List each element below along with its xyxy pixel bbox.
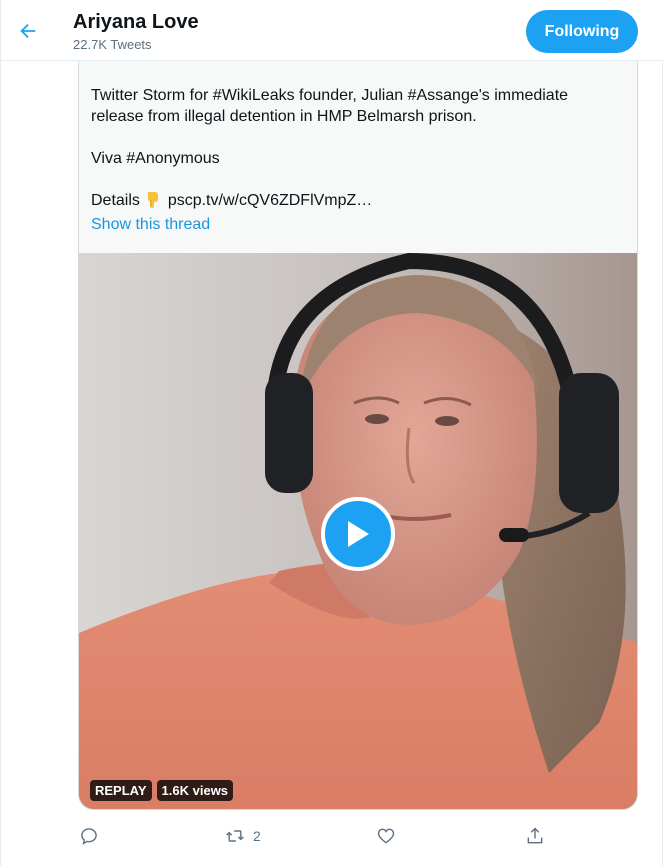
reply-button[interactable]: [79, 826, 99, 846]
tweet-text-line: Viva #Anonymous: [91, 150, 220, 167]
tweet-count: 22.7K Tweets: [73, 37, 152, 52]
heart-icon: [377, 828, 395, 844]
share-button[interactable]: [525, 826, 545, 846]
pointing-down-emoji-icon: [148, 192, 159, 208]
details-link[interactable]: pscp.tv/w/cQV6ZDFlVmpZ…: [168, 192, 372, 209]
timeline-column: Ariyana Love 22.7K Tweets Following Twit…: [0, 0, 663, 866]
tweet-text: Twitter Storm for #WikiLeaks founder, Ju…: [91, 85, 611, 211]
video-media[interactable]: REPLAY 1.6K views: [79, 253, 637, 809]
quoted-tweet-card[interactable]: Twitter Storm for #WikiLeaks founder, Ju…: [78, 48, 638, 810]
profile-header: Ariyana Love 22.7K Tweets Following: [1, 0, 663, 61]
tweet-text-line: release from illegal detention in HMP Be…: [91, 108, 477, 125]
replay-badge: REPLAY: [90, 780, 152, 801]
profile-name: Ariyana Love: [73, 11, 199, 33]
back-button[interactable]: [9, 12, 47, 50]
show-thread-link[interactable]: Show this thread: [91, 216, 210, 234]
retweet-count: 2: [253, 828, 261, 844]
details-label: Details: [91, 192, 140, 209]
video-badges: REPLAY 1.6K views: [90, 780, 234, 801]
like-button[interactable]: [376, 826, 396, 846]
play-icon: [348, 521, 369, 547]
tweet-text-line: Twitter Storm for #WikiLeaks founder, Ju…: [91, 87, 569, 104]
tweet-details-line: Details pscp.tv/w/cQV6ZDFlVmpZ…: [91, 190, 611, 211]
following-button[interactable]: Following: [526, 10, 638, 53]
reply-icon: [81, 828, 97, 845]
play-button[interactable]: [321, 497, 395, 571]
views-badge: 1.6K views: [156, 780, 234, 801]
tweet-actions: 2: [79, 826, 559, 850]
retweet-button[interactable]: 2: [225, 826, 261, 846]
share-icon: [527, 827, 543, 844]
retweet-icon: [226, 830, 244, 842]
arrow-left-icon: [20, 23, 36, 39]
profile-title-block: Ariyana Love 22.7K Tweets: [73, 10, 199, 53]
